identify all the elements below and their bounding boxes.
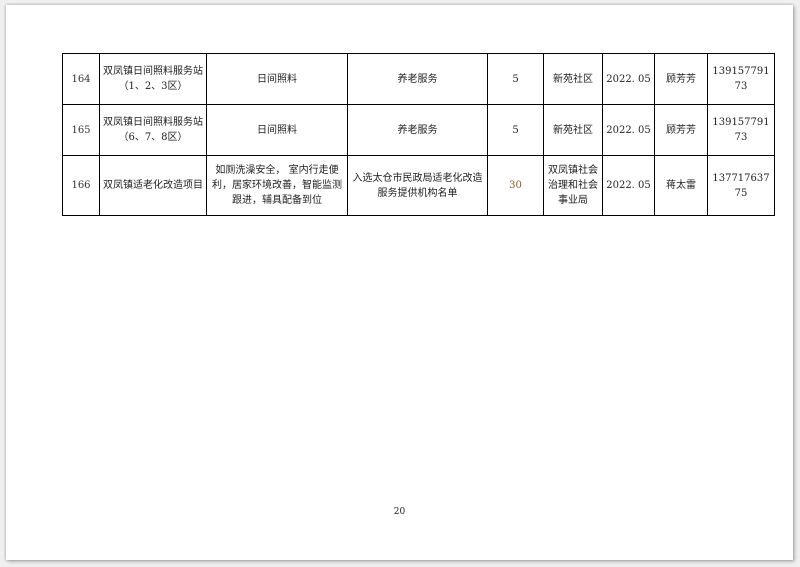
project-count: 5 [487,104,544,156]
project-category: 入选太仓市民政局适老化改造服务提供机构名单 [347,155,488,216]
project-content: 如厕洗澡安全， 室内行走便利，居家环境改善，智能监测跟进，辅具配备到位 [206,155,348,216]
contact-person: 顾芳芳 [654,53,708,105]
contact-person: 顾芳芳 [654,104,708,156]
contact-phone: 13915779173 [707,53,775,105]
document-viewer: 164 双凤镇日间照料服务站（1、2、3区） 日间照料 养老服务 5 新苑社区 … [0,0,800,567]
responsible-unit: 双凤镇社会治理和社会事业局 [543,155,603,216]
table-row: 164 双凤镇日间照料服务站（1、2、3区） 日间照料 养老服务 5 新苑社区 … [62,53,775,105]
project-name: 双凤镇日间照料服务站（1、2、3区） [99,53,207,105]
data-table: 164 双凤镇日间照料服务站（1、2、3区） 日间照料 养老服务 5 新苑社区 … [62,53,775,216]
row-number: 165 [62,104,100,156]
project-name: 双凤镇适老化改造项目 [99,155,207,216]
row-number: 166 [62,155,100,216]
table-row: 166 双凤镇适老化改造项目 如厕洗澡安全， 室内行走便利，居家环境改善，智能监… [62,155,775,216]
responsible-unit: 新苑社区 [543,104,603,156]
contact-person: 蒋太雷 [654,155,708,216]
project-content: 日间照料 [206,53,348,105]
project-count: 30 [487,155,544,216]
page-number: 20 [393,507,406,517]
project-count: 5 [487,53,544,105]
responsible-unit: 新苑社区 [543,53,603,105]
completion-date: 2022. 05 [602,104,655,156]
row-number: 164 [62,53,100,105]
project-name: 双凤镇日间照料服务站（6、7、8区） [99,104,207,156]
project-content: 日间照料 [206,104,348,156]
table-row: 165 双凤镇日间照料服务站（6、7、8区） 日间照料 养老服务 5 新苑社区 … [62,104,775,156]
project-category: 养老服务 [347,104,488,156]
completion-date: 2022. 05 [602,53,655,105]
contact-phone: 13915779173 [707,104,775,156]
completion-date: 2022. 05 [602,155,655,216]
project-category: 养老服务 [347,53,488,105]
document-page: 164 双凤镇日间照料服务站（1、2、3区） 日间照料 养老服务 5 新苑社区 … [6,5,793,560]
contact-phone: 13771763775 [707,155,775,216]
